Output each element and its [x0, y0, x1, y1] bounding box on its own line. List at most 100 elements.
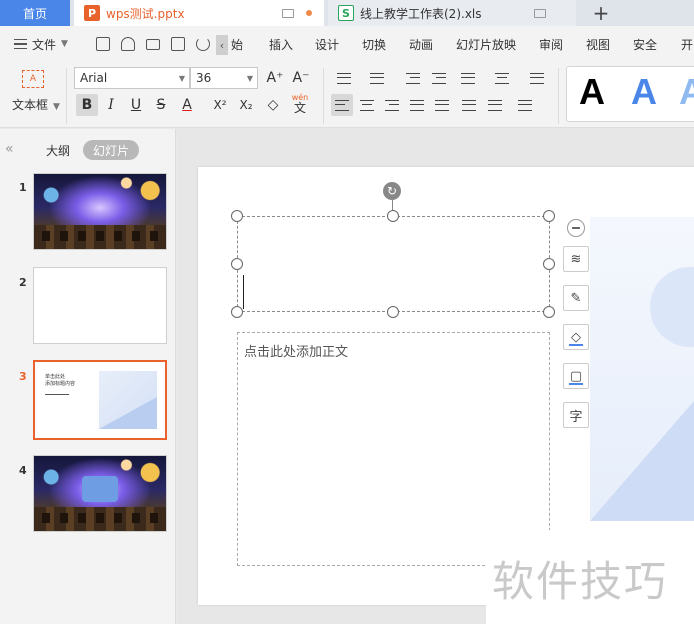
file-menu[interactable]: 文件 ▼ [14, 26, 68, 62]
eraser-icon[interactable]: ◇ [262, 94, 284, 116]
bullet-list-icon[interactable] [333, 67, 355, 89]
numbered-list-icon[interactable] [366, 67, 388, 89]
resize-handle[interactable] [387, 210, 399, 222]
column-spacing-icon[interactable] [526, 67, 548, 89]
menu-item-insert[interactable]: 插入 [269, 26, 293, 62]
phonetic-guide-button[interactable]: wén 文 [288, 92, 312, 114]
underline-button[interactable]: U [125, 94, 147, 116]
font-color-button[interactable]: A [176, 94, 198, 116]
resize-handle[interactable] [543, 210, 555, 222]
justify-icon[interactable] [406, 94, 428, 116]
paragraph-spacing-icon[interactable] [484, 94, 506, 116]
slide-thumbnail-2[interactable] [33, 267, 167, 344]
thumb-title-line: 单击此处 [45, 374, 66, 380]
slide-number: 1 [19, 181, 27, 194]
menu-item-review[interactable]: 审阅 [539, 26, 563, 62]
thumb-decoration [99, 371, 157, 429]
monitor-icon[interactable] [534, 8, 546, 18]
resize-handle[interactable] [543, 306, 555, 318]
menu-item-slideshow[interactable]: 幻灯片放映 [456, 26, 516, 62]
ribbon-toolbar: A 文本框 ▼ Arial ▼ 36 ▼ A⁺ A⁻ B I U S A X² X… [0, 62, 694, 128]
ribbon-divider [558, 68, 559, 124]
xls-file-icon: S [338, 5, 354, 21]
text-style-light-blue[interactable]: A [679, 71, 694, 113]
slide-thumbnail-4[interactable] [33, 455, 167, 532]
rotate-handle-icon[interactable]: ↻ [383, 182, 401, 200]
italic-button[interactable]: I [100, 94, 122, 116]
watermark-text: 软件技巧 [492, 557, 669, 606]
resize-handle[interactable] [387, 306, 399, 318]
text-tool-icon[interactable]: 字 [563, 402, 589, 428]
align-center-icon[interactable] [356, 94, 378, 116]
title-placeholder[interactable] [237, 216, 550, 312]
line-spacing-icon[interactable] [458, 94, 480, 116]
chevron-down-icon: ▼ [178, 74, 185, 83]
slides-panel: « 大纲 幻灯片 1 2 3 单击此处 添加标题内容 4 [0, 129, 176, 624]
spacing-options-icon[interactable] [512, 94, 538, 116]
align-left-icon[interactable] [331, 94, 353, 116]
text-direction-icon[interactable] [456, 67, 480, 89]
tab-outline[interactable]: 大纲 [44, 140, 72, 160]
font-size-select[interactable]: 36 ▼ [190, 67, 258, 89]
textbox-icon[interactable]: A [22, 70, 44, 88]
collapse-toolbar-icon[interactable] [567, 219, 585, 237]
font-size-value: 36 [196, 71, 212, 85]
align-text-icon[interactable] [490, 67, 514, 89]
strikethrough-button[interactable]: S [150, 94, 172, 116]
text-style-blue[interactable]: A [631, 71, 657, 113]
superscript-button[interactable]: X² [208, 94, 232, 116]
menu-item-animation[interactable]: 动画 [409, 26, 433, 62]
file-menu-label: 文件 [32, 37, 57, 52]
font-name-select[interactable]: Arial ▼ [74, 67, 190, 89]
slide-thumbnail-3[interactable]: 单击此处 添加标题内容 [33, 360, 167, 440]
layers-icon[interactable]: ≋ [563, 246, 589, 272]
collapse-panel-icon[interactable]: « [5, 141, 14, 157]
increase-indent-icon[interactable] [428, 67, 450, 89]
menu-item-dev[interactable]: 开 [681, 26, 693, 62]
thumb-divider [45, 394, 69, 395]
slide-thumbnail-1[interactable] [33, 173, 167, 250]
menu-item-security[interactable]: 安全 [633, 26, 657, 62]
resize-handle[interactable] [231, 210, 243, 222]
print-icon[interactable] [146, 39, 160, 50]
unsaved-dot-icon[interactable] [306, 10, 312, 16]
menu-item-transition[interactable]: 切换 [362, 26, 386, 62]
export-icon[interactable] [121, 37, 135, 51]
ribbon-divider [66, 68, 67, 124]
menu-item-start[interactable]: 始 [231, 26, 243, 62]
tab-pptx-document[interactable]: P wps测试.pptx [74, 0, 324, 26]
menu-item-design[interactable]: 设计 [315, 26, 339, 62]
phonetic-char: 文 [293, 101, 306, 115]
shrink-font-button[interactable]: A⁻ [290, 67, 312, 89]
thumb-image-chairs [42, 513, 158, 523]
chevron-down-icon: ▼ [53, 102, 60, 112]
menu-item-view[interactable]: 视图 [586, 26, 610, 62]
print-preview-icon[interactable] [171, 37, 185, 51]
textbox-button[interactable]: 文本框 ▼ [12, 96, 60, 113]
fill-bucket-icon[interactable]: ◇ [563, 324, 589, 350]
outline-icon[interactable]: ▢ [563, 363, 589, 389]
new-tab-button[interactable]: + [586, 0, 616, 26]
text-style-black[interactable]: A [579, 71, 605, 113]
grow-font-button[interactable]: A⁺ [264, 67, 286, 89]
tab-xls-document[interactable]: S 线上教学工作表(2).xls [328, 0, 576, 26]
undo-icon[interactable] [196, 37, 210, 51]
save-icon[interactable] [96, 37, 110, 51]
bold-button[interactable]: B [76, 94, 98, 116]
text-cursor [243, 275, 244, 309]
tab-home[interactable]: 首页 [0, 0, 70, 26]
decrease-indent-icon[interactable] [402, 67, 424, 89]
resize-handle[interactable] [543, 258, 555, 270]
body-placeholder-text: 点击此处添加正文 [244, 345, 349, 360]
brush-icon[interactable]: ✎ [563, 285, 589, 311]
text-style-gallery: A A A [566, 66, 694, 122]
monitor-icon[interactable] [282, 8, 294, 18]
tab-pptx-label: wps测试.pptx [106, 6, 185, 21]
subscript-button[interactable]: X₂ [234, 94, 258, 116]
distributed-align-icon[interactable] [431, 94, 453, 116]
resize-handle[interactable] [231, 306, 243, 318]
align-right-icon[interactable] [381, 94, 403, 116]
menu-scroll-left-button[interactable]: ‹ [216, 35, 228, 55]
resize-handle[interactable] [231, 258, 243, 270]
tab-slides[interactable]: 幻灯片 [83, 140, 139, 160]
